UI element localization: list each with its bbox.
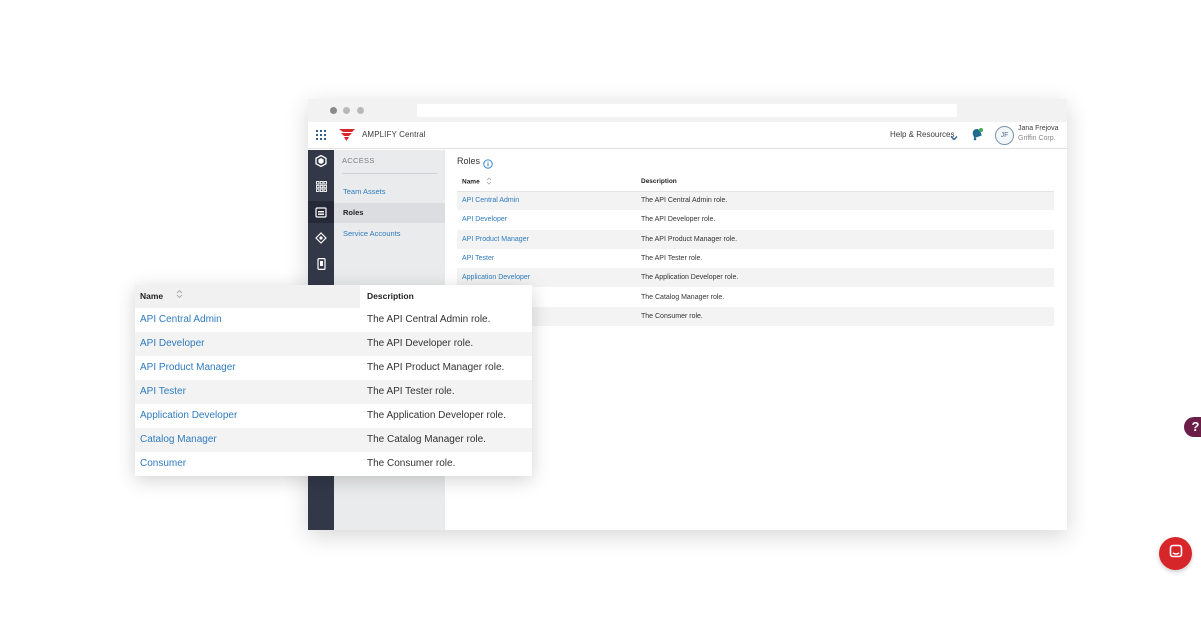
zoomed-column-header-description: Description — [360, 285, 532, 308]
role-name-link[interactable]: API Developer — [140, 332, 204, 356]
role-name-link[interactable]: API Tester — [457, 249, 636, 268]
roles-table: Name Description API Central Admin The AP… — [457, 173, 1054, 327]
subnav-item-service-accounts[interactable]: Service Accounts — [334, 224, 445, 244]
role-name-link[interactable]: API Developer — [457, 210, 636, 229]
page-title: Roles — [457, 156, 481, 166]
role-description: The API Product Manager role. — [367, 362, 505, 373]
table-row: ConsumerThe Consumer role. — [457, 306, 1054, 327]
table-row: API Developer The API Developer role. — [135, 332, 532, 356]
zoomed-column-header-name-label: Name — [140, 291, 164, 301]
role-description: The Consumer role. — [636, 306, 1054, 327]
window-minimize-dot[interactable] — [343, 107, 350, 114]
role-name-link[interactable]: API Product Manager — [140, 356, 236, 380]
role-description: The API Developer role. — [367, 338, 474, 349]
table-row: Catalog Manager The Catalog Manager role. — [135, 428, 532, 452]
table-row: Application Developer The Application Dev… — [135, 404, 532, 428]
role-description: The API Central Admin role. — [367, 314, 491, 325]
apps-grid-icon[interactable] — [308, 175, 334, 197]
column-header-description: Description — [636, 173, 1054, 192]
role-name-link[interactable]: API Central Admin — [140, 308, 222, 332]
app-launcher-icon[interactable] — [316, 130, 326, 140]
role-description: The Application Developer role. — [636, 268, 1054, 288]
subnav-section-title: ACCESS — [342, 156, 375, 165]
table-row: API Product Manager The API Product Manag… — [135, 356, 532, 380]
role-description: The API Developer role. — [641, 216, 716, 224]
brand-name: AMPLIFY Central — [362, 130, 426, 139]
table-row: API Tester The API Tester role. — [457, 249, 1054, 268]
help-question-button[interactable]: ? — [1184, 417, 1201, 437]
notification-bell-icon[interactable] — [970, 127, 984, 146]
table-row: API Tester The API Tester role. — [135, 380, 532, 404]
table-row: API Central Admin The API Central Admin r… — [457, 191, 1054, 211]
table-row: Catalog ManagerThe Catalog Manager role. — [457, 287, 1054, 306]
zoomed-column-header-name[interactable]: Name — [135, 285, 360, 308]
help-resources-menu[interactable]: Help & Resources — [890, 130, 954, 139]
browser-chrome — [308, 99, 1067, 122]
avatar[interactable]: JF — [995, 126, 1014, 145]
column-header-name-label: Name — [462, 178, 480, 186]
user-name[interactable]: Jana Frejova — [1018, 125, 1058, 132]
window-close-dot[interactable] — [330, 107, 337, 114]
role-name-link[interactable]: API Product Manager — [457, 229, 636, 249]
role-description: The Catalog Manager role. — [367, 434, 486, 445]
zoomed-table-header: Name Description — [135, 285, 532, 308]
user-organization: Griffin Corp. — [1018, 135, 1056, 142]
mobile-device-icon[interactable] — [308, 253, 334, 275]
identity-card-icon[interactable] — [308, 201, 334, 223]
role-name-link[interactable]: Consumer — [140, 452, 186, 476]
role-description: The Consumer role. — [367, 458, 456, 469]
hexagon-logo-icon[interactable] — [308, 150, 334, 172]
address-bar[interactable] — [417, 104, 957, 117]
sort-icon[interactable] — [486, 177, 492, 187]
subnav-item-team-assets[interactable]: Team Assets — [334, 182, 445, 202]
chat-icon — [1169, 544, 1183, 563]
column-header-name[interactable]: Name — [457, 173, 636, 192]
table-row: API Central Admin The API Central Admin r… — [135, 308, 532, 332]
zoomed-roles-table: Name Description API Central Admin The AP… — [135, 285, 532, 476]
info-icon[interactable] — [483, 156, 493, 174]
role-description: The Catalog Manager role. — [641, 293, 725, 301]
role-name-link[interactable]: API Central Admin — [457, 191, 636, 211]
role-description: The API Tester role. — [367, 386, 455, 397]
window-maximize-dot[interactable] — [357, 107, 364, 114]
role-description: The API Product Manager role. — [636, 229, 1054, 249]
role-name-link[interactable]: Application Developer — [140, 404, 237, 428]
chevron-down-icon[interactable] — [950, 129, 958, 147]
sort-icon[interactable] — [176, 285, 183, 308]
table-row: Consumer The Consumer role. — [135, 452, 532, 476]
page: AMPLIFY Central Help & Resources JF Jana… — [0, 0, 1201, 628]
table-row: API Product Manager The API Product Manag… — [457, 229, 1054, 249]
role-description: The API Tester role. — [641, 255, 703, 263]
table-row: Application Developer The Application Dev… — [457, 268, 1054, 288]
app-header: AMPLIFY Central Help & Resources JF Jana… — [308, 122, 1067, 149]
chat-button[interactable] — [1159, 537, 1192, 570]
subnav-item-roles[interactable]: Roles — [334, 203, 445, 223]
amplify-logo-icon[interactable] — [339, 128, 355, 147]
role-description: The Application Developer role. — [367, 410, 506, 421]
role-description: The API Central Admin role. — [636, 191, 1054, 211]
subnav-divider — [342, 173, 437, 174]
role-name-link[interactable]: API Tester — [140, 380, 186, 404]
role-name-link[interactable]: Catalog Manager — [140, 428, 217, 452]
table-row: API Developer The API Developer role. — [457, 210, 1054, 229]
main-content: Roles Name Description API Central Admin… — [445, 150, 1201, 570]
topology-icon[interactable] — [308, 227, 334, 249]
